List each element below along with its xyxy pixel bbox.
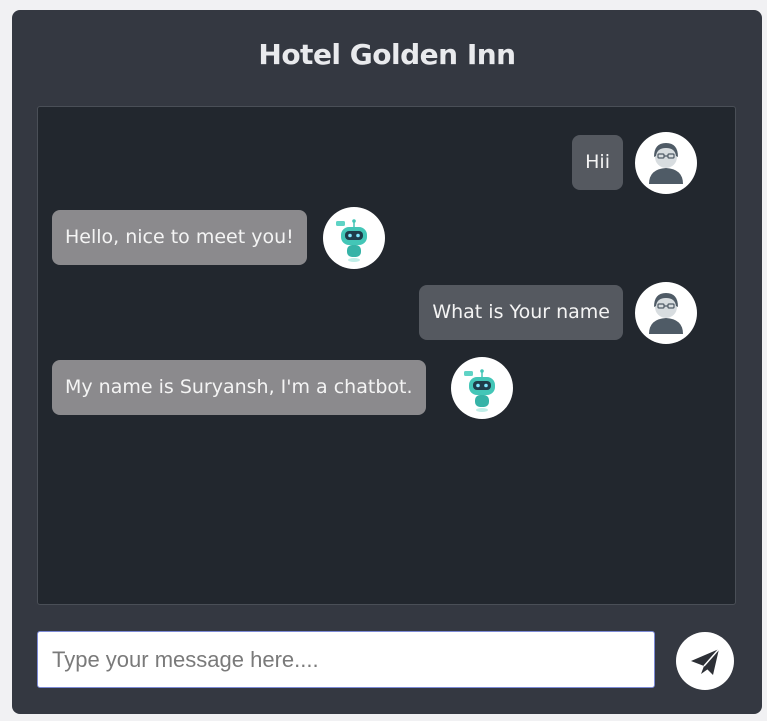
user-avatar-icon [635, 282, 697, 344]
robot-avatar-icon [451, 357, 513, 419]
message-bubble-user: What is Your name [419, 285, 623, 340]
message-bubble-bot: My name is Suryansh, I'm a chatbot. [52, 360, 426, 415]
user-avatar-icon [635, 132, 697, 194]
send-button[interactable] [676, 632, 734, 690]
message-bubble-user: Hii [572, 135, 623, 190]
message-input[interactable] [38, 632, 654, 687]
robot-avatar-icon [323, 207, 385, 269]
chat-window: Hotel Golden Inn Hii Hello, nice to meet… [12, 10, 762, 714]
message-input-wrapper [37, 631, 655, 688]
message-user: What is Your name [419, 285, 623, 340]
page-title: Hotel Golden Inn [258, 38, 516, 71]
message-list[interactable]: Hii Hello, nice to meet you! What is You… [37, 106, 736, 605]
message-bubble-bot: Hello, nice to meet you! [52, 210, 307, 265]
message-bot: Hello, nice to meet you! [52, 210, 307, 265]
message-bot: My name is Suryansh, I'm a chatbot. [52, 360, 426, 415]
message-user: Hii [572, 135, 623, 190]
paper-plane-icon [691, 648, 720, 675]
